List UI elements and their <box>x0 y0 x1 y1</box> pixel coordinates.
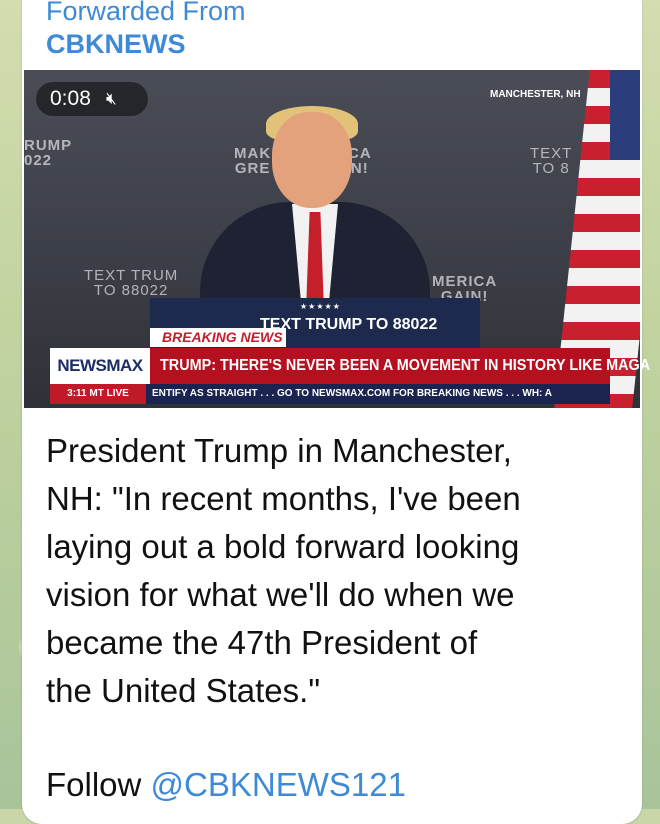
flag-canton <box>610 70 640 160</box>
backdrop-sign-right-top: TEXT TO 8 <box>530 145 573 177</box>
location-tag: MANCHESTER, NH <box>490 89 581 100</box>
forwarded-from-label: Forwarded From <box>46 0 246 26</box>
follow-label: Follow <box>46 766 151 803</box>
ticker-clock: 3:11 MT LIVE <box>50 384 146 404</box>
video-duration: 0:08 <box>50 87 91 110</box>
forwarded-source-link[interactable]: CBKNEWS <box>46 27 186 61</box>
chyron-headline: TRUMP: THERE'S NEVER BEEN A MOVEMENT IN … <box>160 357 651 374</box>
message-caption: President Trump in Manchester, NH: "In r… <box>46 432 521 709</box>
channel-logo: NEWSMAX <box>50 348 150 384</box>
ticker-crawl-text: ENTIFY AS STRAIGHT . . . GO TO NEWSMAX.C… <box>152 388 553 399</box>
backdrop-sign-left-top: RUMP 022 <box>24 137 73 169</box>
video-duration-pill[interactable]: 0:08 🔇︎ <box>36 82 148 116</box>
channel-handle-link[interactable]: @CBKNEWS121 <box>151 766 406 803</box>
podium-stars: ★★★★★ <box>300 302 341 311</box>
backdrop-sign-left-mid: TEXT TRUM TO 88022 <box>84 267 179 299</box>
speaker-muted-icon[interactable]: 🔇︎ <box>106 82 117 116</box>
follow-line: Follow @CBKNEWS121 <box>46 761 406 809</box>
podium-sign-text: TEXT TRUMP TO 88022 <box>260 316 438 333</box>
breaking-news-label: BREAKING NEWS <box>150 328 286 347</box>
